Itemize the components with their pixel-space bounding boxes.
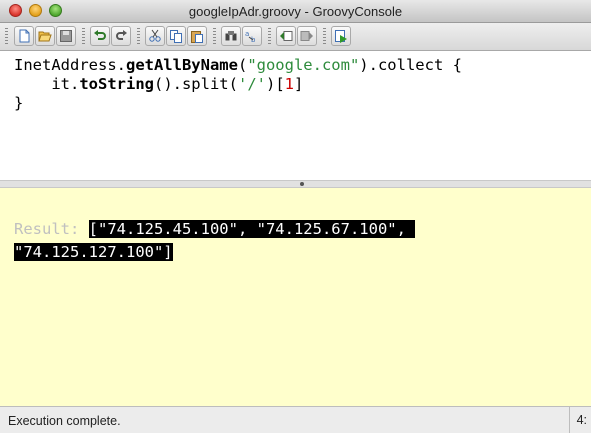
paste-icon <box>191 31 203 43</box>
code-method: getAllByName <box>125 56 238 74</box>
pane-splitter[interactable] <box>0 180 591 188</box>
code-punct: ).collect { <box>359 56 462 74</box>
replace-icon: ab <box>245 30 256 43</box>
splitter-handle[interactable] <box>300 182 304 186</box>
status-message: Execution complete. <box>8 414 121 428</box>
toolbar-separator <box>137 28 140 46</box>
copy-button[interactable] <box>166 26 186 46</box>
redo-button[interactable] <box>111 26 131 46</box>
redo-icon <box>116 30 127 40</box>
window-title: googleIpAdr.groovy - GroovyConsole <box>188 4 403 19</box>
toolbar-separator <box>213 28 216 46</box>
caret-position: 4: <box>569 407 591 433</box>
history-previous-icon <box>280 31 293 41</box>
undo-button[interactable] <box>90 26 110 46</box>
result-value-line1: ["74.125.45.100", "74.125.67.100", <box>88 220 416 238</box>
script-editor[interactable]: InetAddress.getAllByName("google.com").c… <box>0 51 591 180</box>
save-file-icon <box>60 30 72 42</box>
paste-button[interactable] <box>187 26 207 46</box>
run-script-icon <box>335 30 347 43</box>
toolbar-separator <box>268 28 271 46</box>
code-string: "google.com" <box>247 56 360 74</box>
code-punct: ( <box>237 56 248 74</box>
result-text[interactable]: Result: ["74.125.45.100", "74.125.67.100… <box>14 218 416 264</box>
title-bar: googleIpAdr.groovy - GroovyConsole <box>0 0 591 23</box>
result-label: Result: <box>14 220 89 238</box>
new-file-button[interactable] <box>14 26 34 46</box>
code-string: '/' <box>237 75 266 93</box>
svg-text:a: a <box>245 30 249 38</box>
cut-button[interactable] <box>145 26 165 46</box>
output-pane[interactable]: Result: ["74.125.45.100", "74.125.67.100… <box>0 188 591 406</box>
find-icon <box>225 31 237 41</box>
toolbar: ab <box>0 23 591 51</box>
history-next-icon <box>300 31 313 41</box>
code-punct: ().split( <box>153 75 238 93</box>
undo-icon <box>94 30 106 40</box>
run-script-button[interactable] <box>331 26 351 46</box>
save-file-button[interactable] <box>56 26 76 46</box>
history-next-button[interactable] <box>297 26 317 46</box>
code-number: 1 <box>284 75 294 93</box>
status-bar: Execution complete. 4: <box>0 406 591 433</box>
code-punct: )[ <box>265 75 285 93</box>
toolbar-separator <box>323 28 326 46</box>
code-close-brace: } <box>14 94 24 112</box>
replace-button[interactable]: ab <box>242 26 262 46</box>
history-previous-button[interactable] <box>276 26 296 46</box>
code-punct: ] <box>294 75 304 93</box>
code-object: InetAddress. <box>14 56 126 74</box>
result-value-line2: "74.125.127.100"] <box>14 243 173 261</box>
code-text: it. <box>14 75 80 93</box>
script-code[interactable]: InetAddress.getAllByName("google.com").c… <box>14 56 462 113</box>
code-method: toString <box>79 75 154 93</box>
new-file-icon <box>19 29 30 43</box>
copy-icon <box>170 30 182 43</box>
cut-icon <box>149 29 161 42</box>
open-file-icon <box>38 31 52 42</box>
open-file-button[interactable] <box>35 26 55 46</box>
find-button[interactable] <box>221 26 241 46</box>
toolbar-separator <box>82 28 85 46</box>
toolbar-separator <box>5 28 8 46</box>
